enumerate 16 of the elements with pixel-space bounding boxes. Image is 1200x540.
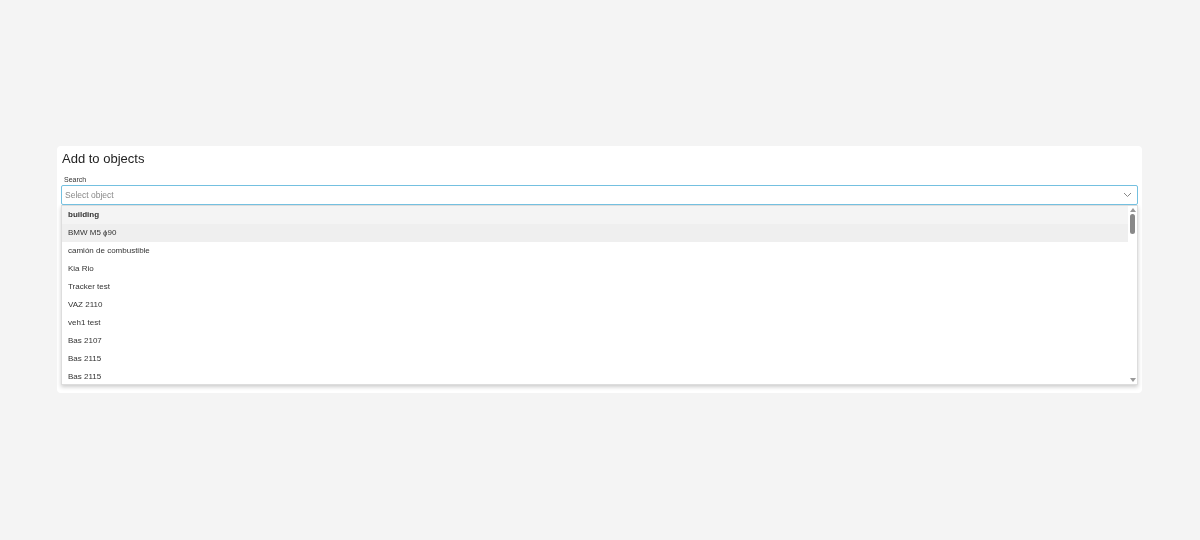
scroll-down-icon[interactable] [1129, 378, 1136, 382]
dropdown-option[interactable]: Tracker test [62, 278, 1128, 296]
chevron-down-icon[interactable] [1123, 192, 1132, 198]
dialog-title: Add to objects [62, 151, 146, 167]
dropdown-option[interactable]: Bas 2115 [62, 350, 1128, 368]
select-field[interactable]: Select object [61, 185, 1138, 205]
dropdown-option[interactable]: VAZ 2110 [62, 296, 1128, 314]
scrollbar-thumb[interactable] [1130, 214, 1135, 234]
dropdown-option[interactable]: camión de combustible [62, 242, 1128, 260]
dropdown-option[interactable]: Bas 2107 [62, 332, 1128, 350]
dropdown-option[interactable]: Kia Rio [62, 260, 1128, 278]
dropdown-option[interactable]: Bas 2115 [62, 368, 1128, 386]
dropdown-option[interactable]: veh1 test [62, 314, 1128, 332]
group-header: building [62, 206, 1128, 224]
scroll-up-icon[interactable] [1129, 208, 1136, 212]
dropdown-option[interactable]: BMW M5 ɸ90 [62, 224, 1128, 242]
